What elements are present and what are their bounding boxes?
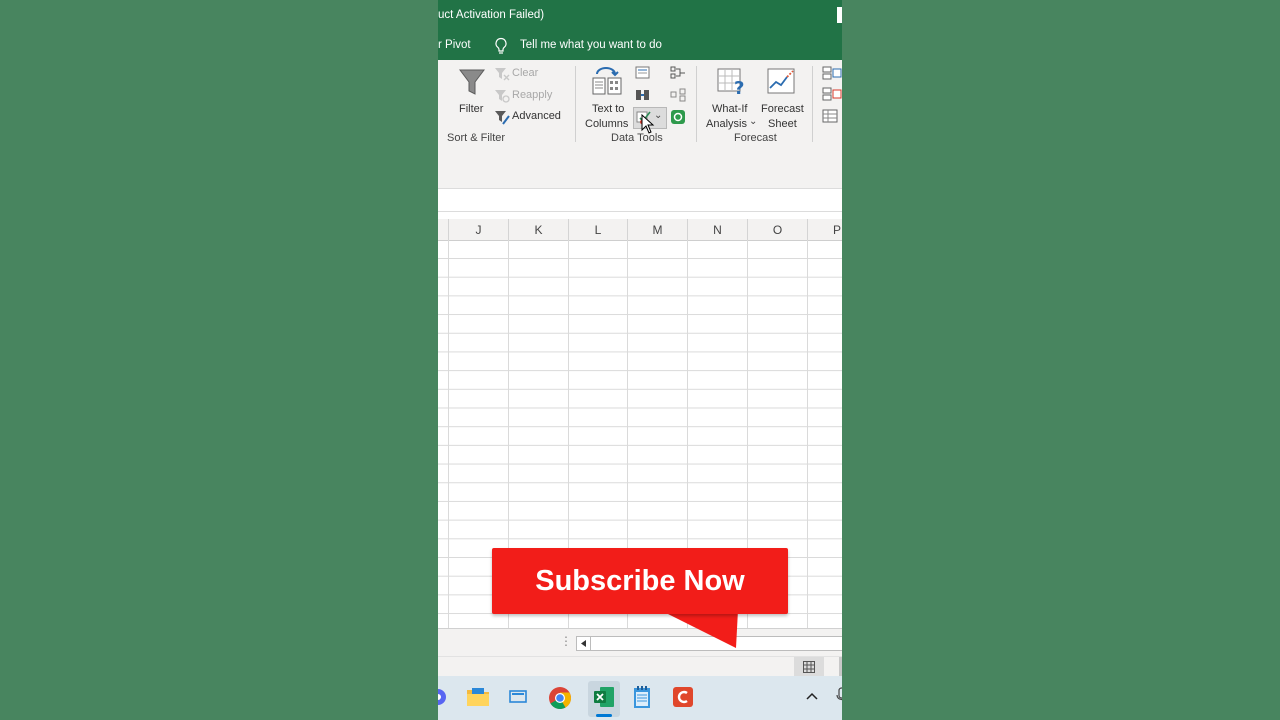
advanced-filter-icon	[495, 111, 510, 125]
windows-taskbar	[438, 676, 842, 720]
clear-label: Clear	[512, 67, 539, 79]
formula-bar[interactable]	[438, 188, 842, 212]
what-if-label: What-If	[712, 103, 748, 115]
bubble-tail	[660, 610, 738, 648]
tab-power-pivot[interactable]: r Pivot	[438, 39, 471, 51]
chrome-icon[interactable]	[548, 686, 572, 710]
column-header-j[interactable]: J	[449, 219, 509, 240]
chevron-down-icon: ⌄	[654, 110, 663, 121]
normal-view-button[interactable]	[794, 657, 824, 677]
flash-fill-icon[interactable]	[635, 66, 651, 80]
sheet-tab-bar: ⋮	[438, 628, 842, 657]
what-if-analysis-button[interactable]: ? What-If Analysis ⌄	[704, 64, 757, 130]
group-icon[interactable]	[822, 66, 842, 80]
subtotal-icon[interactable]	[822, 109, 842, 123]
column-header-n[interactable]: N	[688, 219, 748, 240]
column-header-partial[interactable]	[438, 219, 449, 240]
forecast-sheet-icon	[767, 68, 795, 94]
filter-label: Filter	[459, 103, 484, 115]
normal-view-icon	[803, 661, 815, 673]
sort-filter-group-label: Sort & Filter	[447, 132, 506, 144]
lightbulb-icon	[495, 37, 507, 54]
file-explorer-icon[interactable]	[466, 686, 490, 708]
red-app-icon[interactable]	[672, 686, 694, 708]
reapply-icon	[495, 90, 510, 103]
gridline	[807, 240, 808, 628]
forecast-label: Forecast	[761, 103, 804, 115]
microphone-icon[interactable]	[836, 687, 842, 705]
window-control-button[interactable]	[837, 7, 842, 23]
window-title: uct Activation Failed)	[438, 9, 545, 21]
sheet-label: Sheet	[768, 118, 797, 130]
group-separator	[812, 66, 813, 142]
status-bar	[438, 656, 842, 677]
columns-label: Columns	[585, 118, 629, 130]
what-if-analysis-icon: ?	[717, 68, 744, 96]
consolidate-icon[interactable]	[670, 66, 686, 80]
subscribe-banner[interactable]: Subscribe Now	[492, 548, 788, 614]
funnel-icon	[459, 69, 485, 95]
text-to-columns-icon	[592, 67, 622, 95]
ungroup-icon[interactable]	[822, 87, 842, 101]
excel-taskbar-button[interactable]	[588, 681, 620, 717]
column-headers: J K L M N O P	[438, 219, 842, 241]
group-separator	[575, 66, 576, 142]
splitter-handle-icon[interactable]: ⋮	[560, 634, 572, 648]
app-icon[interactable]	[438, 686, 448, 708]
advanced-label: Advanced	[512, 110, 561, 122]
column-header-k[interactable]: K	[509, 219, 569, 240]
title-bar: uct Activation Failed)	[438, 0, 842, 32]
excel-icon	[594, 687, 614, 707]
column-header-l[interactable]: L	[569, 219, 628, 240]
gridline	[448, 240, 449, 628]
ribbon-tab-bar: r Pivot Tell me what you want to do	[438, 32, 842, 60]
column-header-o[interactable]: O	[748, 219, 808, 240]
mouse-cursor-icon	[641, 114, 655, 134]
column-header-m[interactable]: M	[628, 219, 688, 240]
clear-button[interactable]: Clear	[494, 65, 564, 83]
group-separator	[696, 66, 697, 142]
subscribe-text: Subscribe Now	[535, 565, 745, 597]
scroll-left-button[interactable]	[577, 637, 591, 650]
column-header-p[interactable]: P	[808, 219, 842, 240]
text-to-columns-button[interactable]: Text to Columns	[582, 64, 634, 130]
reapply-button[interactable]: Reapply	[494, 87, 564, 105]
analysis-label: Analysis	[706, 118, 747, 130]
data-tools-group-label: Data Tools	[611, 132, 663, 144]
scroll-left-arrow-icon	[581, 640, 586, 647]
window-icon[interactable]	[508, 688, 528, 706]
clear-filter-icon	[495, 68, 510, 81]
remove-duplicates-icon[interactable]	[635, 88, 651, 102]
ribbon: Filter Clear Reapply Advanced Sort & Fil…	[438, 60, 842, 149]
active-indicator	[596, 714, 612, 717]
forecast-sheet-button[interactable]: Forecast Sheet	[756, 64, 806, 130]
page-layout-button[interactable]	[839, 657, 842, 677]
chevron-up-icon[interactable]	[806, 691, 818, 701]
tell-me-search[interactable]: Tell me what you want to do	[520, 39, 662, 51]
manage-data-model-icon[interactable]	[670, 109, 686, 125]
relationships-icon[interactable]	[670, 88, 686, 102]
notepad-icon[interactable]	[632, 685, 652, 709]
filter-button[interactable]: Filter	[446, 64, 498, 120]
reapply-label: Reapply	[512, 89, 553, 101]
svg-text:?: ?	[734, 78, 744, 96]
ribbon-gap	[438, 148, 842, 188]
forecast-group-label: Forecast	[734, 132, 777, 144]
advanced-button[interactable]: Advanced	[494, 108, 568, 126]
text-to-label: Text to	[592, 103, 625, 115]
